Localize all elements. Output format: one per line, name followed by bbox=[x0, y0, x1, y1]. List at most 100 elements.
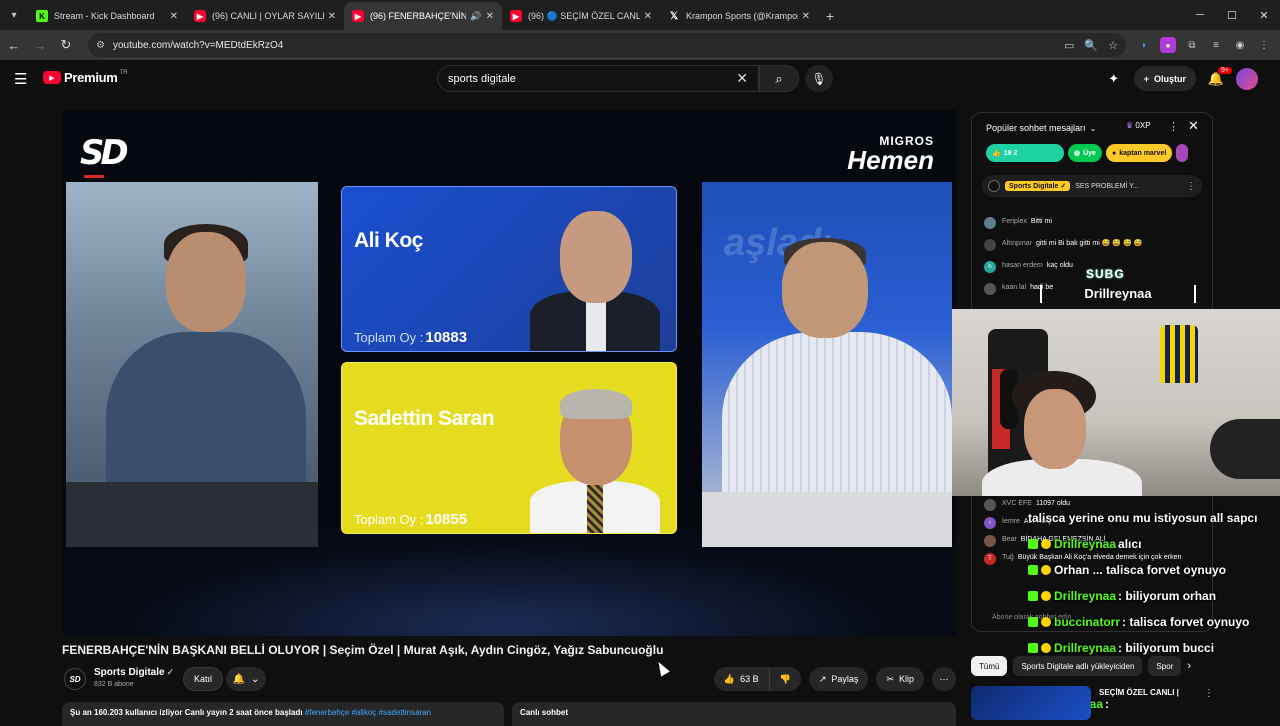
voice-search-button[interactable]: 🎙 bbox=[805, 65, 833, 92]
tab-search-icon[interactable]: ▾ bbox=[0, 0, 28, 30]
header-actions: ✦ + Oluştur 🔔 9+ bbox=[1104, 66, 1258, 91]
browser-tab[interactable]: ▶ (96) 🔵 SEÇİM ÖZEL CANLI | K ✕ bbox=[502, 2, 660, 30]
studio-camera-left bbox=[66, 182, 318, 547]
pinned-text: SES PROBLEMİ Y... bbox=[1075, 182, 1139, 190]
site-info-icon[interactable]: ⚙ bbox=[96, 40, 105, 51]
more-icon[interactable]: ⋮ bbox=[1186, 181, 1196, 192]
browser-tab[interactable]: 𝕏 Krampon Sports (@KramponSp ✕ bbox=[660, 2, 818, 30]
forward-icon[interactable]: → bbox=[28, 33, 52, 57]
notifications-icon[interactable]: 🔔 9+ bbox=[1206, 66, 1232, 87]
chip-label: Üye bbox=[1083, 149, 1096, 157]
account-avatar[interactable] bbox=[1236, 67, 1258, 90]
close-icon[interactable]: ✕ bbox=[644, 11, 652, 22]
chat-bubble-icon[interactable]: ✦ bbox=[1104, 71, 1124, 87]
mic-icon: 🎙 bbox=[811, 71, 827, 86]
tab-sports[interactable]: Spor bbox=[1148, 656, 1182, 676]
close-icon[interactable]: ✕ bbox=[170, 11, 178, 22]
tab-from-uploader[interactable]: Sports Digitale adlı yükleyiciden bbox=[1013, 656, 1143, 676]
video-player[interactable]: SD MIGROS Hemen Ali Koç Toplam Oy :10883… bbox=[62, 110, 956, 636]
bookmark-star-icon[interactable]: ☆ bbox=[1108, 39, 1118, 52]
streamer-webcam bbox=[952, 309, 1280, 496]
more-actions-button[interactable]: ⋯ bbox=[932, 667, 956, 691]
back-icon[interactable]: ← bbox=[2, 33, 26, 57]
chat-chip[interactable]: ● kaptan marvel bbox=[1105, 144, 1173, 162]
chat-menu-icon[interactable]: ⋮ bbox=[1168, 120, 1179, 133]
like-button[interactable]: 👍 63 B bbox=[713, 667, 769, 691]
stream-chat-line: Drillreynaa: biliyorum bucci bbox=[1028, 641, 1214, 655]
url-text: youtube.com/watch?v=MEDtdEkRzO4 bbox=[112, 39, 284, 51]
pinned-message[interactable]: Sports Digitale ✓ SES PROBLEMİ Y... ⋮ bbox=[982, 175, 1202, 197]
search-input[interactable]: sports digitale ✕ bbox=[437, 65, 759, 92]
search-value: sports digitale bbox=[448, 72, 516, 85]
related-thumbnail[interactable] bbox=[971, 686, 1091, 720]
browser-tab[interactable]: ▶ (96) CANLI | OYLAR SAYILIYOR ✕ bbox=[186, 2, 344, 30]
close-icon[interactable]: ✕ bbox=[802, 11, 810, 22]
browser-menu-icon[interactable]: ⋮ bbox=[1256, 37, 1272, 53]
studio-camera-right: aşladı bbox=[702, 182, 952, 547]
candidate-card: Sadettin Saran Toplam Oy :10855 bbox=[341, 362, 677, 534]
maximize-icon[interactable]: ☐ bbox=[1216, 0, 1248, 30]
message-author: İemre bbox=[1002, 518, 1020, 525]
related-title[interactable]: SEÇİM ÖZEL CANLI | bbox=[1099, 688, 1179, 697]
youtube-icon: ▶ bbox=[510, 10, 522, 22]
plus-icon: + bbox=[1143, 73, 1149, 84]
browser-tab[interactable]: K Stream - Kick Dashboard ✕ bbox=[28, 2, 186, 30]
gift-badge-icon bbox=[1041, 617, 1051, 627]
minimize-icon[interactable]: ─ bbox=[1184, 0, 1216, 30]
speaker-icon[interactable]: 🔊 bbox=[470, 11, 481, 22]
vote-value: 10855 bbox=[425, 510, 468, 528]
browser-tab-active[interactable]: ▶ (96) FENERBAHÇE'NİN BAŞ 🔊 ✕ bbox=[344, 2, 502, 30]
avatar: h bbox=[984, 261, 996, 273]
create-button[interactable]: + Oluştur bbox=[1133, 66, 1196, 91]
chat-chip[interactable] bbox=[1176, 144, 1189, 162]
join-button[interactable]: Katıl bbox=[183, 667, 224, 691]
puzzle-icon[interactable]: ⧉ bbox=[1184, 37, 1200, 53]
close-chat-icon[interactable]: ✕ bbox=[1188, 118, 1199, 134]
new-tab-button[interactable]: + bbox=[818, 2, 842, 30]
close-icon[interactable]: ✕ bbox=[328, 11, 336, 22]
dislike-button[interactable]: 👎 bbox=[768, 667, 801, 691]
hashtags[interactable]: #fenerbahçe #alikoç #sadettinsaran bbox=[305, 708, 431, 717]
url-field[interactable]: ⚙ youtube.com/watch?v=MEDtdEkRzO4 ▭ 🔍 ☆ bbox=[88, 33, 1126, 57]
avatar bbox=[984, 239, 996, 251]
chip-label: kaptan marvel bbox=[1119, 149, 1167, 157]
message-author: XVC EFE bbox=[1002, 500, 1032, 507]
menu-icon[interactable]: ☰ bbox=[14, 70, 27, 88]
profile-icon[interactable]: ◉ bbox=[1232, 37, 1248, 53]
logo-region: TR bbox=[119, 70, 128, 76]
share-icon: ↗ bbox=[818, 673, 827, 684]
clear-search-icon[interactable]: ✕ bbox=[736, 70, 748, 87]
message-author: Tuğ bbox=[1002, 554, 1014, 561]
search-button[interactable]: ⌕ bbox=[759, 65, 799, 92]
reload-icon[interactable]: ↻ bbox=[54, 33, 78, 57]
more-icon[interactable]: ⋮ bbox=[1204, 688, 1214, 699]
kick-badge-icon bbox=[1028, 617, 1038, 627]
extension-icon[interactable]: ◗ bbox=[1136, 37, 1152, 53]
chat-chip[interactable]: 👍 19 2 bbox=[986, 144, 1064, 162]
message-author: kaan lal bbox=[1002, 284, 1027, 291]
close-window-icon[interactable]: ✕ bbox=[1248, 0, 1280, 30]
chat-chip[interactable]: ◍ Üye bbox=[1068, 144, 1102, 162]
chevron-right-icon[interactable]: › bbox=[1187, 660, 1191, 672]
message-text: Büyük Başkan Ali Koç'a elveda demek için… bbox=[1017, 554, 1182, 561]
youtube-logo[interactable]: ▶ Premium TR bbox=[43, 70, 128, 85]
channel-avatar[interactable]: SD bbox=[64, 668, 86, 690]
clip-button[interactable]: ✂ Klip bbox=[876, 667, 924, 691]
xp-badge[interactable]: ♛ 0XP bbox=[1126, 121, 1151, 130]
extension-icon[interactable]: ● bbox=[1160, 37, 1176, 53]
description-box[interactable]: Şu an 160.203 kullanıcı izliyor Canlı ya… bbox=[62, 702, 504, 726]
channel-name[interactable]: Sports Digitale ✓ bbox=[94, 667, 174, 678]
reading-list-icon[interactable]: ≡ bbox=[1208, 37, 1224, 53]
share-button[interactable]: ↗ Paylaş bbox=[808, 667, 869, 691]
zoom-icon[interactable]: 🔍 bbox=[1084, 39, 1098, 52]
tab-all[interactable]: Tümü bbox=[971, 656, 1008, 676]
subscribe-bell-button[interactable]: 🔔 ⌄ bbox=[226, 667, 266, 691]
close-icon[interactable]: ✕ bbox=[486, 11, 494, 22]
pinned-author: Sports Digitale ✓ bbox=[1005, 181, 1071, 191]
youtube-header: ☰ ▶ Premium TR sports digitale ✕ ⌕ 🎙 ✦ +… bbox=[0, 60, 1280, 98]
cast-icon[interactable]: ▭ bbox=[1064, 39, 1074, 52]
candidate-portrait bbox=[530, 385, 660, 533]
related-filter-tabs: Tümü Sports Digitale adlı yükleyiciden S… bbox=[971, 655, 1213, 677]
related-video[interactable]: SEÇİM ÖZEL CANLI | ⋮ bbox=[971, 686, 1214, 720]
stream-chat-text: talisca yerine onu mu istiyosun all sapc… bbox=[1028, 511, 1258, 525]
